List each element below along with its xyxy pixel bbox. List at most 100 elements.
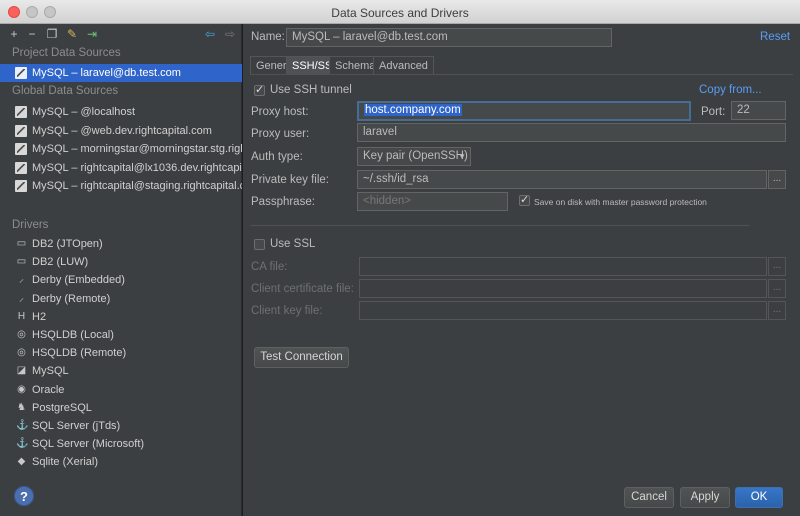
mysql-icon: [15, 161, 27, 174]
private-key-file-input[interactable]: ~/.ssh/id_rsa: [357, 170, 767, 189]
client-certificate-file-input: [359, 279, 767, 298]
driver-label: Oracle: [32, 383, 65, 396]
ok-button[interactable]: OK: [735, 487, 783, 508]
back-icon[interactable]: ⇦: [202, 26, 218, 42]
name-input[interactable]: MySQL – laravel@db.test.com: [286, 28, 612, 47]
driver-item[interactable]: ⸝ Derby (Remote): [0, 290, 242, 308]
use-ssl-checkbox[interactable]: [254, 239, 265, 250]
ca-file-browse-button: ...: [768, 257, 786, 276]
driver-label: HSQLDB (Local): [32, 329, 114, 341]
chevron-down-icon: ▼: [458, 152, 466, 161]
data-source-label: MySQL – @web.dev.rightcapital.com: [32, 124, 212, 137]
client-certificate-file-label: Client certificate file:: [251, 283, 354, 295]
data-source-label: MySQL – morningstar@morningstar.stg.righ: [32, 143, 242, 155]
duplicate-icon[interactable]: ❐: [44, 26, 60, 42]
data-source-label: MySQL – rightcapital@lx1036.dev.rightcap…: [32, 161, 242, 174]
auth-type-value: Key pair (OpenSSH): [363, 150, 468, 162]
sqlite-icon: ◆: [17, 456, 26, 468]
export-icon[interactable]: ⇥: [84, 26, 100, 42]
reset-link[interactable]: Reset: [760, 31, 790, 43]
auth-type-select[interactable]: Key pair (OpenSSH) ▼: [357, 147, 471, 166]
driver-item[interactable]: ◎ HSQLDB (Local): [0, 326, 242, 344]
driver-item[interactable]: H H2: [0, 308, 242, 326]
data-source-item[interactable]: MySQL – @web.dev.rightcapital.com: [0, 122, 242, 140]
data-source-label: MySQL – @localhost: [32, 106, 136, 118]
ibm-icon: ▭: [16, 256, 27, 268]
sqlserver-icon: ⚓: [16, 438, 29, 450]
driver-item[interactable]: ▭ DB2 (JTOpen): [0, 235, 242, 253]
auth-type-label: Auth type:: [251, 151, 303, 163]
derby-icon: ⸝: [19, 292, 24, 304]
driver-item[interactable]: ▭ DB2 (LUW): [0, 253, 242, 271]
data-source-item[interactable]: MySQL – rightcapital@staging.rightcapita…: [0, 177, 242, 195]
driver-item[interactable]: ⚓ SQL Server (jTds): [0, 417, 242, 435]
proxy-host-input[interactable]: host.company.com: [357, 101, 691, 121]
copy-from-link[interactable]: Copy from...: [699, 84, 762, 96]
save-on-disk-label: Save on disk with master password protec…: [534, 197, 707, 207]
driver-item[interactable]: ♞ PostgreSQL: [0, 399, 242, 417]
passphrase-input[interactable]: <hidden>: [357, 192, 508, 211]
apply-button[interactable]: Apply: [680, 487, 730, 508]
driver-item[interactable]: ◪ MySQL: [0, 362, 242, 380]
proxy-user-input[interactable]: laravel: [357, 123, 786, 142]
driver-item[interactable]: ◎ HSQLDB (Remote): [0, 344, 242, 362]
hsqldb-icon: ◎: [17, 329, 26, 340]
data-source-item[interactable]: MySQL – morningstar@morningstar.stg.righ: [0, 140, 242, 158]
use-ssh-tunnel-checkbox[interactable]: [254, 83, 265, 96]
port-input[interactable]: 22: [731, 101, 786, 120]
help-button[interactable]: ?: [14, 486, 34, 506]
data-source-item[interactable]: MySQL – rightcapital@lx1036.dev.rightcap…: [0, 159, 242, 177]
oracle-icon: ◉: [17, 383, 26, 395]
driver-label: SQL Server (Microsoft): [32, 438, 145, 451]
driver-label: DB2 (JTOpen): [32, 238, 103, 250]
save-on-disk-checkbox[interactable]: [519, 193, 530, 206]
private-key-file-label: Private key file:: [251, 174, 329, 186]
mysql-icon: [15, 67, 27, 79]
data-source-label: MySQL – laravel@db.test.com: [32, 67, 181, 79]
data-source-item[interactable]: MySQL – @localhost: [0, 103, 242, 121]
proxy-host-value: host.company.com: [364, 104, 462, 116]
name-label: Name:: [251, 31, 285, 43]
tab-divider: [250, 74, 793, 75]
driver-label: Sqlite (Xerial): [32, 456, 99, 469]
private-key-browse-button[interactable]: ...: [768, 170, 786, 189]
plus-icon[interactable]: +: [6, 26, 22, 42]
client-key-file-input: [359, 301, 767, 320]
hsqldb-icon: ◎: [17, 347, 26, 359]
ibm-icon: ▭: [16, 238, 27, 249]
window-title: Data Sources and Drivers: [331, 6, 469, 20]
left-toolbar: + − ❐ ✎ ⇥ ⇦ ⇨: [0, 24, 242, 46]
data-source-list-panel: + − ❐ ✎ ⇥ ⇦ ⇨ Project Data Sources MySQL…: [0, 24, 242, 516]
section-divider: [250, 225, 750, 226]
driver-item[interactable]: ⚓ SQL Server (Microsoft): [0, 435, 242, 453]
forward-icon[interactable]: ⇨: [222, 26, 238, 42]
use-ssh-tunnel-label: Use SSH tunnel: [270, 84, 352, 96]
data-source-item[interactable]: MySQL – laravel@db.test.com: [0, 64, 242, 82]
driver-item[interactable]: ◉ Oracle: [0, 381, 242, 399]
driver-item[interactable]: ◆ Sqlite (Xerial): [0, 453, 242, 471]
mysql-icon: [15, 180, 27, 192]
mysql-icon: [15, 124, 27, 137]
client-certificate-browse-button: ...: [768, 279, 786, 298]
global-data-sources-header: Global Data Sources: [12, 85, 119, 97]
tab-advanced[interactable]: Advanced: [373, 56, 434, 74]
properties-icon[interactable]: ✎: [64, 26, 80, 42]
mysql-icon: [15, 143, 27, 155]
driver-label: Derby (Embedded): [32, 274, 125, 287]
driver-label: PostgreSQL: [32, 401, 92, 414]
mysql-icon: [15, 106, 27, 118]
mysql-icon: ◪: [16, 365, 27, 377]
driver-label: Derby (Remote): [32, 292, 111, 305]
proxy-user-label: Proxy user:: [251, 128, 310, 140]
proxy-host-label: Proxy host:: [251, 106, 309, 118]
driver-item[interactable]: ⸝ Derby (Embedded): [0, 271, 242, 289]
ca-file-input: [359, 257, 767, 276]
minus-icon[interactable]: −: [24, 26, 40, 42]
driver-label: MySQL: [32, 365, 69, 378]
cancel-button[interactable]: Cancel: [624, 487, 674, 508]
project-data-sources-header: Project Data Sources: [12, 47, 121, 59]
client-key-browse-button: ...: [768, 301, 786, 320]
test-connection-button[interactable]: Test Connection: [254, 347, 349, 368]
postgresql-icon: ♞: [17, 401, 26, 413]
drivers-header: Drivers: [12, 219, 49, 231]
